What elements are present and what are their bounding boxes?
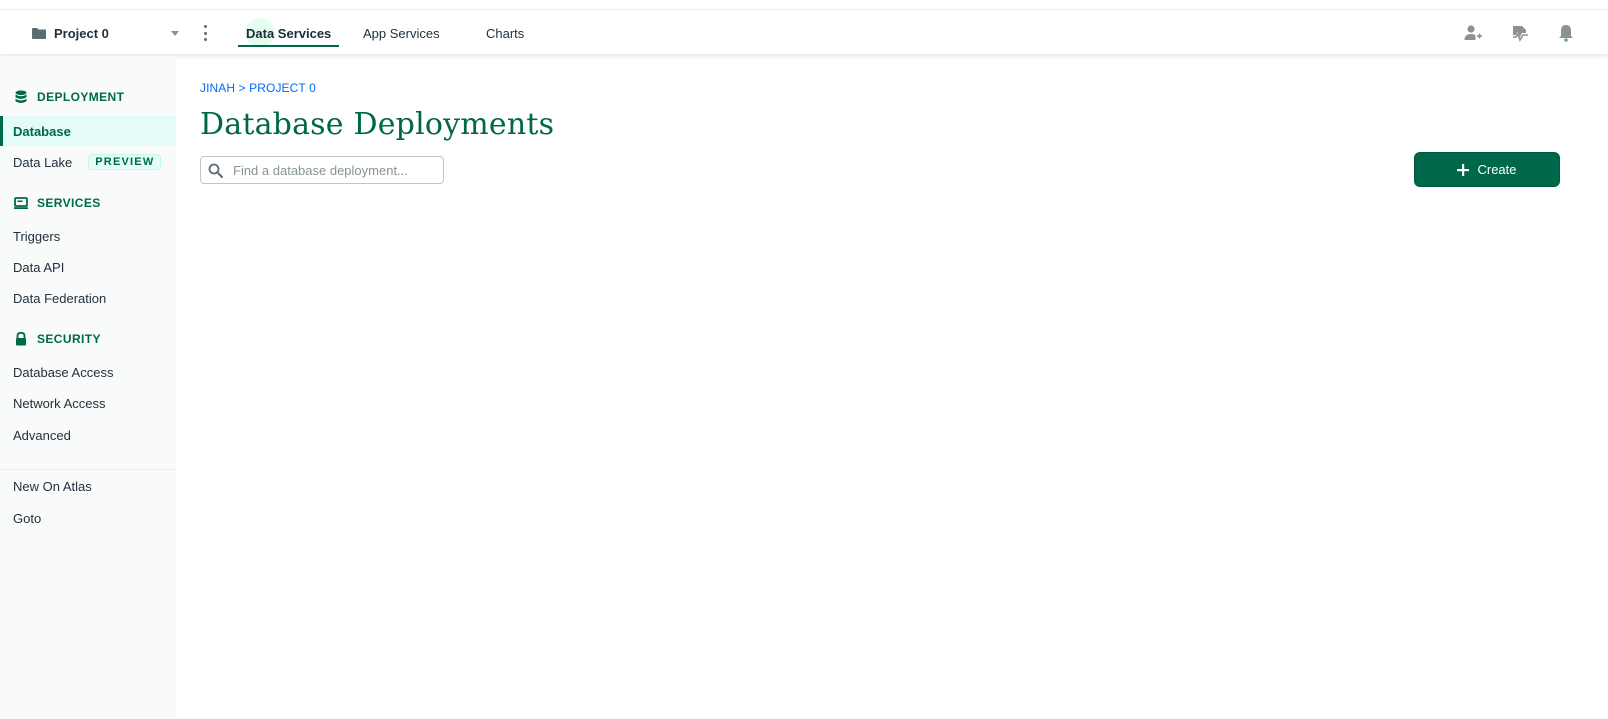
sidebar-item-goto[interactable]: Goto	[0, 503, 176, 533]
browser-top-strip	[0, 0, 1608, 10]
lock-icon	[16, 332, 26, 346]
sidebar-item-network-access[interactable]: Network Access	[0, 388, 176, 418]
sidebar-item-triggers[interactable]: Triggers	[0, 221, 176, 251]
search-box[interactable]	[200, 156, 444, 184]
sidebar-item-label: Goto	[13, 510, 42, 526]
tab-charts[interactable]: Charts	[486, 11, 524, 55]
sidebar-item-label: Database	[13, 123, 71, 139]
sidebar-item-label: New On Atlas	[13, 478, 92, 494]
sidebar-item-database-access[interactable]: Database Access	[0, 357, 176, 387]
plus-icon	[1457, 163, 1470, 176]
create-button[interactable]: Create	[1414, 152, 1560, 187]
project-name: Project 0	[54, 25, 109, 41]
activity-icon[interactable]	[1510, 23, 1530, 43]
more-options-icon[interactable]	[203, 25, 207, 41]
tab-data-services[interactable]: Data Services	[237, 11, 340, 55]
bell-icon[interactable]	[1556, 23, 1576, 43]
sidebar-item-label: Data API	[13, 259, 65, 275]
sidebar-item-new-on-atlas[interactable]: New On Atlas	[0, 471, 176, 501]
sidebar-item-label: Triggers	[13, 228, 61, 244]
services-icon	[14, 197, 28, 209]
sidebar-item-label: Network Access	[13, 395, 106, 411]
preview-badge: PREVIEW	[88, 154, 162, 170]
tab-app-services[interactable]: App Services	[363, 11, 440, 55]
sidebar-item-database[interactable]: Database	[0, 116, 176, 146]
database-icon	[15, 90, 27, 104]
sidebar-item-label: Data Lake	[13, 154, 73, 170]
section-deployment: DEPLOYMENT	[14, 90, 124, 104]
section-security: SECURITY	[14, 332, 101, 346]
sidebar-item-label: Database Access	[13, 364, 114, 380]
search-input[interactable]	[231, 158, 436, 182]
section-title: DEPLOYMENT	[37, 90, 125, 104]
sidebar-item-data-api[interactable]: Data API	[0, 252, 176, 282]
folder-icon	[32, 27, 46, 39]
section-title: SECURITY	[37, 332, 101, 346]
caret-down-icon[interactable]	[171, 31, 179, 36]
sidebar: DEPLOYMENT Database Data Lake PREVIEW SE…	[0, 56, 176, 719]
search-icon	[208, 163, 223, 178]
sidebar-item-advanced[interactable]: Advanced	[0, 420, 176, 450]
page-title: Database Deployments	[200, 107, 555, 142]
sidebar-item-label: Data Federation	[13, 290, 107, 306]
invite-user-icon[interactable]	[1463, 23, 1483, 43]
sidebar-item-data-lake[interactable]: Data Lake PREVIEW	[0, 147, 176, 177]
project-selector[interactable]: Project 0	[32, 11, 188, 55]
sidebar-item-data-federation[interactable]: Data Federation	[0, 283, 176, 313]
create-button-label: Create	[1477, 162, 1517, 177]
section-title: SERVICES	[37, 196, 101, 210]
sidebar-divider	[0, 469, 176, 470]
section-services: SERVICES	[14, 196, 101, 210]
breadcrumb[interactable]: JINAH > PROJECT 0	[200, 81, 316, 95]
sidebar-item-label: Advanced	[13, 427, 71, 443]
top-navigation-bar: Project 0 Data Services App Services Cha…	[0, 11, 1608, 55]
